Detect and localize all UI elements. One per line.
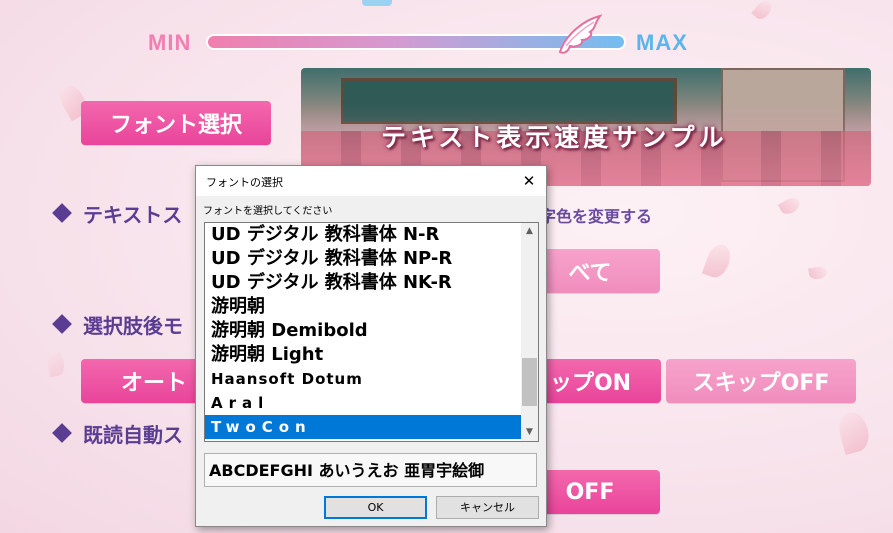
ok-button[interactable]: OK [324, 496, 427, 519]
petal-decoration [808, 265, 828, 281]
read-skip-section-label: 既読自動ス [52, 419, 183, 448]
scroll-down-arrow-icon[interactable]: ▼ [521, 424, 538, 441]
font-list-item-selected[interactable]: TwoCon [205, 415, 521, 439]
font-list-item[interactable]: UD デジタル 教科書体 NK-R [205, 271, 521, 295]
font-list-item[interactable]: 游明朝 Light [205, 343, 521, 367]
text-color-change-note: 字色を変更する [540, 207, 653, 226]
cancel-button[interactable]: キャンセル [436, 496, 539, 519]
diamond-bullet-icon [52, 203, 72, 223]
font-select-dialog: フォントの選択 ✕ フォントを選択してください UD デジタル 教科書体 N-R… [195, 165, 547, 527]
font-list-item[interactable]: 游明朝 [205, 295, 521, 319]
skip-off-button[interactable]: スキップOFF [666, 359, 856, 403]
sample-text: テキスト表示速度サンプル [381, 123, 728, 152]
petal-decoration [751, 0, 775, 23]
title-tab-decoration [362, 0, 392, 6]
petal-decoration [701, 241, 735, 281]
petal-decoration [46, 350, 66, 378]
petal-decoration [835, 409, 873, 455]
font-select-button[interactable]: フォント選択 [81, 101, 271, 145]
dialog-titlebar[interactable]: フォントの選択 ✕ [196, 166, 546, 196]
text-skip-section-label: テキストス [52, 199, 182, 228]
scrollbar-thumb[interactable] [522, 358, 537, 406]
diamond-bullet-icon [52, 314, 72, 334]
slider-max-label: MAX [636, 30, 688, 55]
font-listbox[interactable]: UD デジタル 教科書体 N-R UD デジタル 教科書体 NP-R UD デジ… [204, 222, 539, 442]
font-preview-box: ABCDEFGHI あいうえお 亜胃宇絵御 [204, 453, 537, 487]
font-list-item[interactable]: Haansoft Dotum [205, 367, 521, 391]
diamond-bullet-icon [52, 423, 72, 443]
font-list-item[interactable]: Aral [205, 391, 521, 415]
dialog-prompt: フォントを選択してください [203, 206, 333, 217]
font-list-item[interactable]: UD デジタル 教科書体 N-R [205, 223, 521, 247]
scroll-up-arrow-icon[interactable]: ▲ [521, 223, 538, 240]
text-speed-slider-row: MIN MAX [148, 14, 708, 58]
close-icon[interactable]: ✕ [516, 169, 542, 193]
listbox-scrollbar[interactable]: ▲ ▼ [521, 223, 538, 441]
font-list-item[interactable]: 游明朝 Demibold [205, 319, 521, 343]
after-choice-section-label: 選択肢後モ [52, 310, 183, 339]
font-list-item[interactable]: UD デジタル 教科書体 NP-R [205, 247, 521, 271]
auto-button[interactable]: オート [81, 359, 211, 403]
petal-decoration [777, 194, 803, 218]
slider-min-label: MIN [148, 30, 192, 55]
wing-slider-knob-icon[interactable] [554, 12, 604, 60]
dialog-title: フォントの選択 [206, 176, 283, 189]
